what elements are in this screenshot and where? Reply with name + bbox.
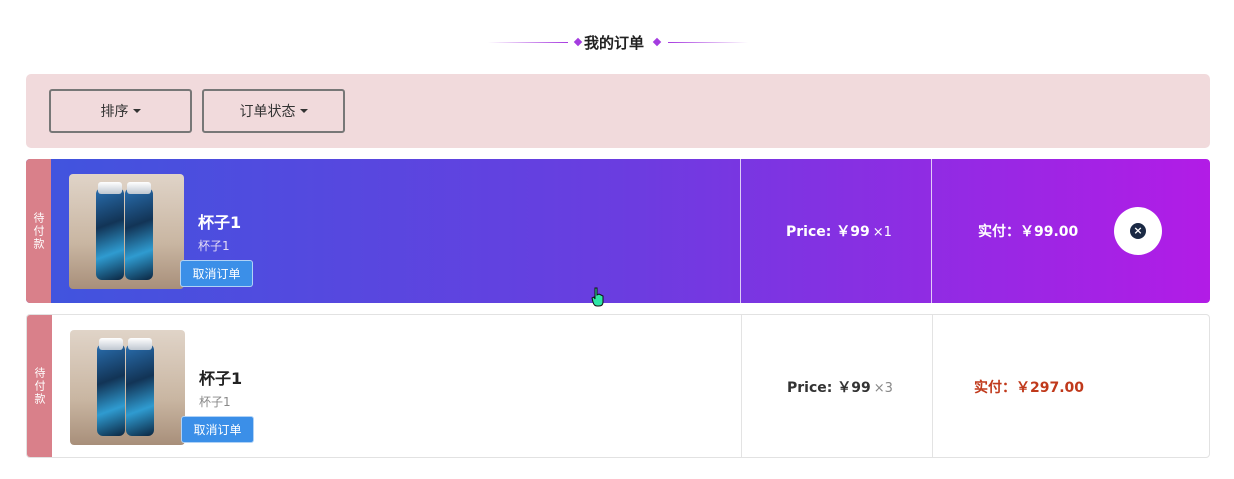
delete-order-button[interactable]: ×: [1114, 207, 1162, 255]
close-circle-icon: ×: [1130, 223, 1146, 239]
filter-bar: 排序 订单状态: [26, 74, 1210, 148]
caret-down-icon: [299, 109, 308, 113]
bottle-cap: [127, 182, 151, 194]
status-tag: 待付款: [26, 159, 51, 303]
diamond-icon: [573, 37, 583, 47]
caret-down-icon: [132, 109, 141, 113]
column-divider: [932, 315, 933, 457]
order-status-dropdown-button[interactable]: 订单状态: [202, 89, 345, 133]
quantity-text: ×1: [872, 225, 892, 240]
page-header: 我的订单: [0, 28, 1234, 58]
paid-amount: 实付：￥297.00: [974, 380, 1085, 396]
hand-pointer-cursor-icon: [591, 287, 604, 307]
sort-label: 排序: [100, 104, 129, 120]
product-name[interactable]: 杯子1: [198, 209, 241, 233]
diamond-icon: [652, 37, 662, 47]
price-text: Price: ￥99: [787, 380, 871, 396]
product-name[interactable]: 杯子1: [199, 365, 242, 389]
cancel-order-button[interactable]: 取消订单: [180, 260, 253, 287]
bottle-cap: [99, 338, 123, 350]
sort-dropdown-button[interactable]: 排序: [49, 89, 192, 133]
status-tag-text: 待付款: [32, 211, 45, 251]
quantity-text: ×3: [873, 381, 893, 396]
order-card[interactable]: 待付款 杯子1 杯子1 取消订单 Price: ￥99 ×1 实付：￥99.00 …: [26, 159, 1210, 303]
bottle-shape: [96, 188, 124, 280]
column-divider: [931, 159, 932, 303]
unit-price: Price: ￥99 ×1: [786, 221, 892, 241]
column-divider: [740, 159, 741, 303]
order-card[interactable]: 待付款 杯子1 杯子1 取消订单 Price: ￥99 ×3 实付：￥297.00: [26, 314, 1210, 458]
column-divider: [741, 315, 742, 457]
product-image[interactable]: [70, 330, 185, 445]
price-text: Price: ￥99: [786, 224, 870, 240]
bottle-shape: [126, 344, 154, 436]
bottle-cap: [98, 182, 122, 194]
bottle-shape: [125, 188, 153, 280]
page-title: 我的订单: [584, 34, 645, 52]
bottle-shape: [97, 344, 125, 436]
bottle-cap: [128, 338, 152, 350]
product-image[interactable]: [69, 174, 184, 289]
cancel-order-button[interactable]: 取消订单: [181, 416, 254, 443]
order-status-label: 订单状态: [239, 104, 296, 120]
paid-amount: 实付：￥99.00: [978, 224, 1079, 240]
unit-price: Price: ￥99 ×3: [787, 377, 893, 397]
status-tag: 待付款: [27, 315, 52, 457]
product-subtitle: 杯子1: [198, 239, 230, 253]
header-divider-left: [488, 42, 568, 43]
header-divider-right: [668, 42, 748, 43]
product-subtitle: 杯子1: [199, 395, 231, 409]
status-tag-text: 待付款: [33, 366, 46, 406]
